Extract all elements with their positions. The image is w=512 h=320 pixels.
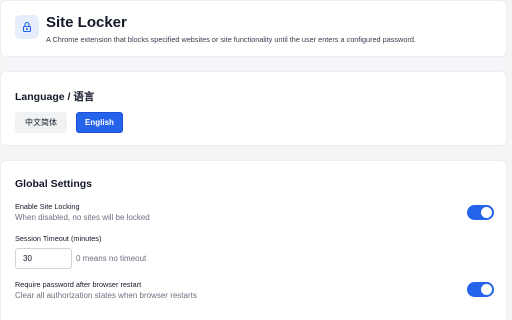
lock-icon (22, 21, 32, 33)
app-title: Site Locker (46, 14, 127, 31)
enable-locking-toggle[interactable] (467, 205, 494, 220)
enable-locking-help: When disabled, no sites will be locked (15, 213, 150, 222)
require-password-restart-help: Clear all authorization states when brow… (15, 291, 197, 300)
language-section-title: Language / 语言 (15, 91, 95, 103)
session-timeout-hint: 0 means no timeout (76, 254, 147, 263)
require-password-restart-toggle[interactable] (467, 282, 494, 297)
global-settings-card: Global Settings Enable Site Locking When… (0, 160, 507, 320)
header-card: Site Locker A Chrome extension that bloc… (0, 0, 507, 57)
toggle-knob (481, 207, 492, 218)
logo-box (15, 15, 39, 39)
session-timeout-input[interactable] (15, 248, 72, 269)
toggle-knob (481, 284, 492, 295)
language-option-english-button[interactable]: English (76, 112, 123, 133)
app-description: A Chrome extension that blocks specified… (46, 35, 416, 44)
global-settings-title: Global Settings (15, 178, 93, 190)
language-option-chinese-button[interactable]: 中文简体 (15, 112, 67, 133)
require-password-restart-label: Require password after browser restart (15, 280, 142, 289)
enable-locking-label: Enable Site Locking (15, 202, 80, 211)
language-card: Language / 语言 中文简体 English (0, 71, 507, 146)
session-timeout-label: Session Timeout (minutes) (15, 234, 102, 243)
